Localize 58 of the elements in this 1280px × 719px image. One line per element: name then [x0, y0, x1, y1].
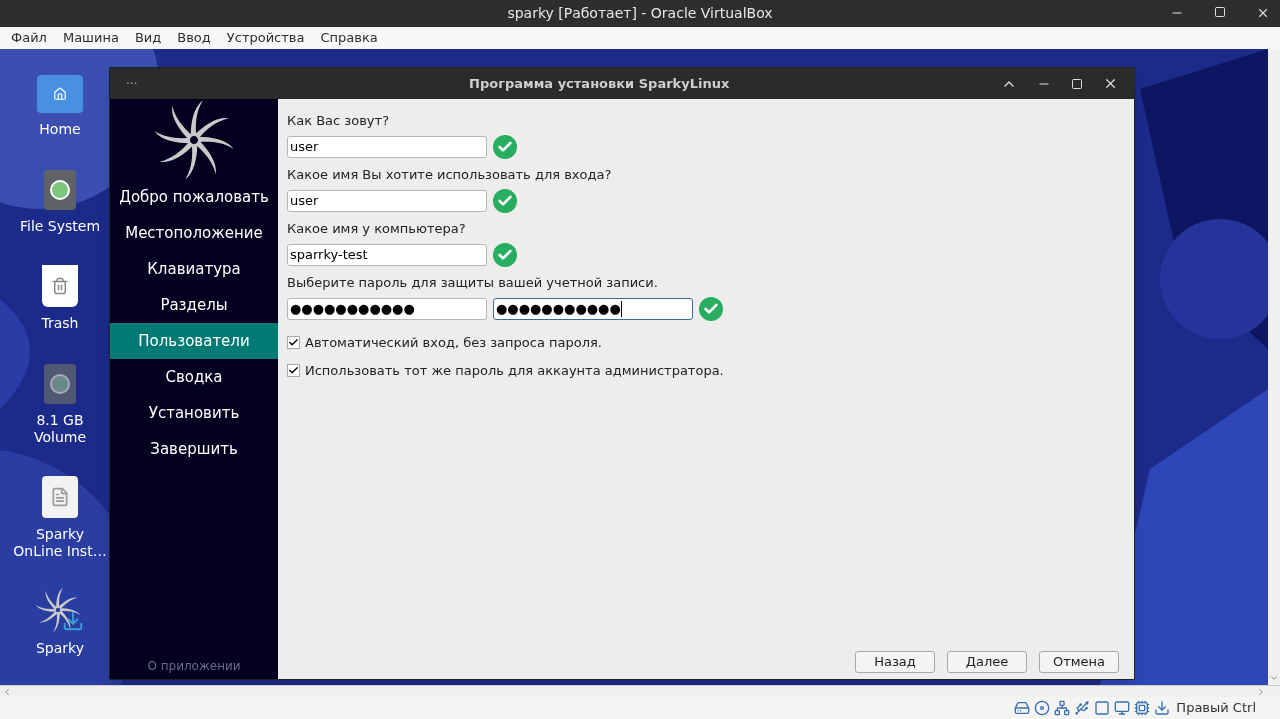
folder-icon[interactable] — [37, 75, 83, 113]
download-icon[interactable] — [1154, 700, 1171, 716]
desktop-icon-label[interactable]: Sparky — [10, 640, 110, 657]
menu-item[interactable]: Справка — [320, 28, 378, 48]
host-key-label: Правый Ctrl — [1176, 699, 1256, 718]
logo-icon — [155, 101, 233, 179]
sidebar-step: Пользователи — [110, 323, 278, 359]
network-icon[interactable] — [1054, 700, 1071, 716]
field-label: Какое имя Вы хотите использовать для входа? — [287, 167, 613, 183]
checkbox-label[interactable]: Использовать тот же пароль для аккаунта администратора. — [305, 360, 724, 380]
input-field[interactable]: user — [287, 136, 487, 158]
input-field[interactable]: ●●●●●●●●●●● — [287, 298, 487, 320]
drive-icon[interactable] — [44, 364, 76, 404]
field-label: Как Вас зовут? — [287, 113, 391, 129]
sidebar-step: Завершить — [110, 431, 278, 467]
close-icon[interactable] — [1103, 76, 1118, 91]
field-label: Выберите пароль для защиты вашей учетной записи. — [287, 275, 659, 291]
sidebar-step: Сводка — [110, 359, 278, 395]
document-icon[interactable] — [42, 476, 78, 518]
desktop-icon-label[interactable]: 8.1 GB Volume — [10, 412, 110, 446]
cpu-icon[interactable] — [1134, 700, 1151, 716]
field-label: Какое имя у компьютера? — [287, 221, 467, 237]
installer-icon[interactable] — [36, 588, 84, 632]
input-field[interactable]: ●●●●●●●●●●● — [493, 298, 693, 320]
maximize-icon[interactable] — [1214, 6, 1226, 18]
sidebar-step: Установить — [110, 395, 278, 431]
sidebar-step: Местоположение — [110, 215, 278, 251]
about-link[interactable]: О приложении — [147, 657, 241, 675]
desktop-icon-label[interactable]: Sparky OnLine Inst… — [10, 526, 110, 560]
sidebar-step: Разделы — [110, 287, 278, 323]
usb-icon[interactable] — [1074, 700, 1091, 716]
trash-icon[interactable] — [42, 265, 78, 307]
sidebar-step: Добро пожаловать — [110, 179, 278, 215]
dialog-button[interactable]: Далее — [947, 651, 1027, 673]
dialog-button[interactable]: Назад — [855, 651, 935, 673]
display-icon[interactable] — [1114, 700, 1131, 716]
drive-icon[interactable] — [44, 170, 76, 210]
input-field[interactable]: sparrky-test — [287, 244, 487, 266]
window-title: Программа установки SparkyLinux — [469, 74, 730, 93]
input-field[interactable]: user — [287, 190, 487, 212]
sidebar-step: Клавиатура — [110, 251, 278, 287]
menu-item[interactable]: Машина — [62, 28, 119, 48]
window-menu-button[interactable]: ··· — [126, 74, 138, 93]
menu-item[interactable]: Файл — [11, 28, 47, 48]
menu-item[interactable]: Устройства — [226, 28, 305, 48]
maximize-icon[interactable] — [1071, 77, 1083, 90]
close-icon[interactable] — [1256, 6, 1270, 20]
dialog-button[interactable]: Отмена — [1039, 651, 1119, 673]
menu-item[interactable]: Ввод — [177, 28, 211, 48]
disc-icon[interactable] — [1034, 700, 1051, 716]
desktop-icon-label[interactable]: File System — [10, 218, 110, 235]
desktop-icon-label[interactable]: Trash — [10, 315, 110, 332]
checkbox-label[interactable]: Автоматический вход, без запроса пароля. — [305, 333, 602, 353]
desktop-icon-label[interactable]: Home — [10, 121, 110, 138]
menu-item[interactable]: Вид — [134, 28, 162, 48]
checkbox[interactable] — [287, 363, 300, 377]
checkbox[interactable] — [287, 336, 300, 350]
window-title: sparky [Работает] - Oracle VirtualBox — [507, 4, 773, 23]
